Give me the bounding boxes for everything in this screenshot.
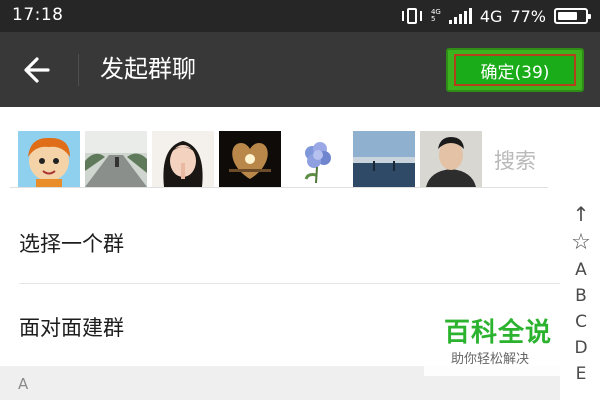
signal-icon <box>448 8 472 24</box>
search-underline <box>10 187 548 188</box>
confirm-button[interactable]: 确定(39) <box>454 54 576 86</box>
avatar-girl-portrait[interactable] <box>152 131 214 187</box>
index-letter-b[interactable]: B <box>564 286 598 306</box>
index-letter-c[interactable]: C <box>564 312 598 332</box>
avatar-sunset-beach[interactable] <box>353 131 415 187</box>
arrow-left-icon <box>24 57 50 83</box>
battery-icon <box>554 8 591 24</box>
avatar-man-portrait[interactable] <box>420 131 482 187</box>
vibrate-icon <box>401 6 423 26</box>
arrow-up-icon[interactable]: ↑ <box>564 202 598 226</box>
index-letter-a[interactable]: A <box>564 260 598 280</box>
index-letter-d[interactable]: D <box>564 338 598 358</box>
page-title: 发起群聊 <box>100 55 196 83</box>
back-button[interactable] <box>18 50 58 90</box>
avatar-cartoon-boy[interactable] <box>18 131 80 187</box>
search-input[interactable]: 搜索 <box>494 145 536 175</box>
list-item-label: 面对面建群 <box>19 316 124 340</box>
alphabet-index-bar[interactable]: ↑ ☆ A B C D E <box>564 200 598 400</box>
index-letter-e[interactable]: E <box>564 364 598 384</box>
selected-contacts-strip: 搜索 <box>0 107 600 189</box>
app-bar-divider <box>78 54 79 86</box>
status-indicators: 4G 5 4G 77% <box>401 4 591 28</box>
status-bar: 17:18 4G 5 4G 77% <box>0 0 600 32</box>
confirm-button-highlight: 确定(39) <box>446 48 584 92</box>
list-item-select-group[interactable]: 选择一个群 <box>0 200 560 284</box>
watermark-title: 百科全说 <box>444 318 553 348</box>
avatar-heart-moon[interactable] <box>219 131 281 187</box>
list-item-label: 选择一个群 <box>19 232 124 256</box>
avatar-hydrangea-flower[interactable] <box>286 131 348 187</box>
battery-fill <box>558 12 578 20</box>
watermark-subtitle: 助你轻松解决 <box>451 352 530 367</box>
wechat-start-group-chat-screen: 17:18 4G 5 4G 77% 发起群聊 确定(39) 搜索 选择一个群 面… <box>0 0 600 400</box>
section-header-letter: A <box>18 375 29 393</box>
network-label: 4G <box>479 6 503 26</box>
app-bar: 发起群聊 确定(39) <box>0 32 600 107</box>
network-type-small: 4G 5 <box>431 9 441 23</box>
star-icon[interactable]: ☆ <box>564 230 598 255</box>
network-type-small-bottom: 5 <box>430 15 436 23</box>
watermark-logo: 百科全说 助你轻松解决 <box>424 300 564 376</box>
status-time: 17:18 <box>12 5 64 25</box>
avatar-road-scene[interactable] <box>85 131 147 187</box>
battery-percent: 77% <box>510 6 546 26</box>
